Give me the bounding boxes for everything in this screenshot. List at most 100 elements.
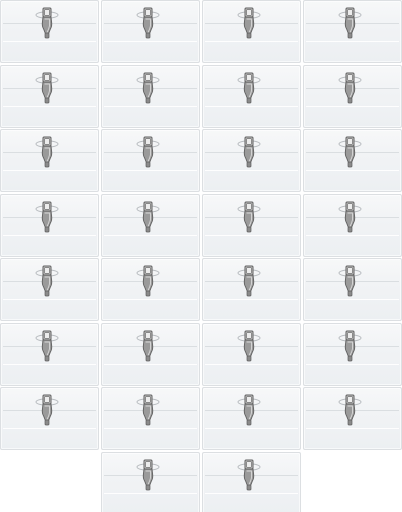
holder-sheen [205, 170, 298, 171]
badge-holder [101, 0, 200, 63]
holder-sheen [104, 363, 197, 365]
badge-holder [101, 387, 200, 450]
holder-sheen [205, 105, 298, 107]
holder-sheen [3, 234, 96, 236]
holder-sheen [3, 299, 96, 300]
metal-clip-icon [136, 391, 160, 427]
badge-holder [0, 322, 99, 386]
metal-clip-icon [237, 133, 261, 169]
badge-holder [101, 451, 200, 512]
metal-clip-icon [344, 394, 356, 426]
metal-clip-icon [142, 72, 154, 103]
badge-holder [303, 387, 402, 450]
metal-clip-icon [142, 459, 154, 490]
badge-holder [101, 322, 200, 386]
metal-clip-icon [243, 136, 255, 168]
metal-clip-icon [344, 136, 356, 168]
metal-clip-icon [243, 265, 255, 297]
metal-clip-icon [35, 198, 59, 234]
metal-clip-icon [41, 136, 53, 168]
badge-holder [202, 64, 301, 128]
badge-holder-grid [0, 0, 402, 512]
metal-clip-icon [35, 327, 59, 363]
metal-clip-icon [142, 7, 154, 39]
holder-sheen [3, 170, 96, 171]
metal-clip-icon [136, 69, 160, 105]
holder-sheen [3, 105, 96, 107]
metal-clip-icon [338, 391, 362, 427]
metal-clip-icon [344, 201, 356, 232]
metal-clip-icon [41, 394, 53, 426]
badge-holder [101, 193, 200, 257]
metal-clip-icon [41, 72, 53, 103]
holder-sheen [306, 41, 399, 42]
metal-clip-icon [243, 72, 255, 103]
holder-sheen [205, 234, 298, 236]
holder-sheen [306, 105, 399, 107]
holder-sheen [104, 170, 197, 171]
metal-clip-icon [136, 4, 160, 40]
badge-holder [303, 64, 402, 128]
holder-sheen [3, 41, 96, 42]
metal-clip-icon [243, 394, 255, 426]
holder-sheen [104, 105, 197, 107]
badge-holder [101, 64, 200, 128]
metal-clip-icon [237, 69, 261, 105]
badge-holder [303, 322, 402, 386]
holder-sheen [205, 428, 298, 429]
badge-holder [0, 64, 99, 128]
metal-clip-icon [243, 330, 255, 361]
holder-sheen [104, 41, 197, 42]
badge-holder [0, 193, 99, 257]
badge-holder [202, 258, 301, 321]
holder-sheen [205, 41, 298, 42]
badge-holder [202, 451, 301, 512]
badge-holder [202, 0, 301, 63]
metal-clip-icon [35, 4, 59, 40]
metal-clip-icon [35, 69, 59, 105]
badge-holder [0, 258, 99, 321]
metal-clip-icon [237, 456, 261, 492]
holder-sheen [306, 299, 399, 300]
metal-clip-icon [142, 201, 154, 232]
badge-holder [303, 0, 402, 63]
badge-holder [303, 129, 402, 192]
holder-sheen [3, 428, 96, 429]
metal-clip-icon [41, 330, 53, 361]
metal-clip-icon [41, 265, 53, 297]
badge-holder [202, 387, 301, 450]
metal-clip-icon [338, 198, 362, 234]
holder-sheen [3, 363, 96, 365]
holder-sheen [205, 492, 298, 494]
metal-clip-icon [237, 262, 261, 298]
metal-clip-icon [243, 201, 255, 232]
metal-clip-icon [338, 69, 362, 105]
metal-clip-icon [243, 459, 255, 490]
metal-clip-icon [344, 265, 356, 297]
badge-holder [0, 129, 99, 192]
holder-sheen [205, 299, 298, 300]
metal-clip-icon [338, 4, 362, 40]
metal-clip-icon [35, 133, 59, 169]
metal-clip-icon [338, 327, 362, 363]
metal-clip-icon [243, 7, 255, 39]
metal-clip-icon [237, 198, 261, 234]
holder-sheen [306, 363, 399, 365]
badge-holder [101, 258, 200, 321]
metal-clip-icon [344, 330, 356, 361]
badge-holder [303, 258, 402, 321]
metal-clip-icon [338, 133, 362, 169]
holder-sheen [104, 299, 197, 300]
metal-clip-icon [237, 4, 261, 40]
metal-clip-icon [142, 394, 154, 426]
metal-clip-icon [338, 262, 362, 298]
badge-holder [0, 387, 99, 450]
metal-clip-icon [237, 391, 261, 427]
holder-sheen [104, 234, 197, 236]
badge-holder [202, 129, 301, 192]
holder-sheen [205, 363, 298, 365]
badge-holder [0, 0, 99, 63]
metal-clip-icon [41, 7, 53, 39]
metal-clip-icon [142, 330, 154, 361]
badge-holder [303, 193, 402, 257]
